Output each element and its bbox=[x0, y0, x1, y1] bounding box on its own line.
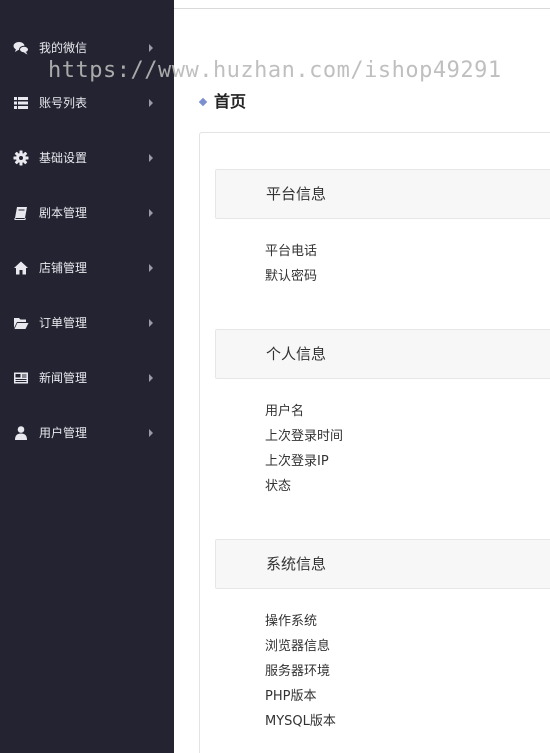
dashboard-panel bbox=[199, 132, 550, 753]
sidebar-item-label: 基础设置 bbox=[39, 151, 88, 165]
sidebar-item-label: 账号列表 bbox=[39, 96, 88, 110]
sidebar-item-label: 订单管理 bbox=[39, 316, 88, 330]
info-label: PHP版本 bbox=[265, 689, 317, 704]
sidebar-item-news-management[interactable]: 新闻管理 bbox=[0, 360, 174, 396]
chevron-right-icon bbox=[149, 154, 153, 162]
sidebar-item-user-management[interactable]: 用户管理 bbox=[0, 415, 174, 451]
sidebar-item-basic-settings[interactable]: 基础设置 bbox=[0, 140, 174, 176]
chevron-right-icon bbox=[149, 44, 153, 52]
info-label: 状态 bbox=[265, 479, 292, 494]
info-label: MYSQL版本 bbox=[265, 714, 336, 729]
folder-open-icon bbox=[14, 318, 29, 329]
section-header-personal-info: 个人信息 bbox=[215, 329, 550, 379]
page-title[interactable]: 首页 bbox=[214, 92, 246, 112]
section-title: 系统信息 bbox=[266, 555, 327, 573]
info-label: 平台电话 bbox=[265, 244, 318, 259]
sidebar-item-order-management[interactable]: 订单管理 bbox=[0, 305, 174, 341]
sidebar-item-my-wechat[interactable]: 我的微信 bbox=[0, 30, 174, 66]
list-icon bbox=[14, 97, 28, 109]
chevron-right-icon bbox=[149, 209, 153, 217]
info-label: 操作系统 bbox=[265, 614, 318, 629]
info-label: 用户名 bbox=[265, 404, 305, 419]
sidebar-item-label: 新闻管理 bbox=[39, 371, 88, 385]
app-root: 我的微信 账号列表 基础设置 剧本管理 店铺管理 订单管理 新闻管理 用户管理 … bbox=[0, 0, 550, 753]
gear-icon bbox=[13, 150, 29, 166]
chevron-right-icon bbox=[149, 99, 153, 107]
info-label: 默认密码 bbox=[265, 269, 318, 284]
newspaper-icon bbox=[14, 372, 28, 384]
chevron-right-icon bbox=[149, 374, 153, 382]
sidebar-item-label: 用户管理 bbox=[39, 426, 88, 440]
user-icon bbox=[15, 426, 27, 440]
book-icon bbox=[14, 207, 27, 220]
chevron-right-icon bbox=[149, 319, 153, 327]
chat-bubbles-icon bbox=[13, 42, 29, 55]
sidebar-item-store-management[interactable]: 店铺管理 bbox=[0, 250, 174, 286]
sidebar-item-label: 我的微信 bbox=[39, 41, 88, 55]
info-label: 上次登录时间 bbox=[265, 429, 344, 444]
sidebar-item-label: 剧本管理 bbox=[39, 206, 88, 220]
info-label: 浏览器信息 bbox=[265, 639, 331, 654]
sidebar-item-account-list[interactable]: 账号列表 bbox=[0, 85, 174, 121]
section-header-platform-info: 平台信息 bbox=[215, 169, 550, 219]
section-header-system-info: 系统信息 bbox=[215, 539, 550, 589]
info-label: 上次登录IP bbox=[265, 454, 329, 469]
chevron-right-icon bbox=[149, 264, 153, 272]
sidebar-item-script-management[interactable]: 剧本管理 bbox=[0, 195, 174, 231]
header-divider bbox=[174, 8, 550, 9]
sidebar-item-label: 店铺管理 bbox=[39, 261, 88, 275]
home-icon bbox=[14, 261, 28, 275]
chevron-right-icon bbox=[149, 429, 153, 437]
section-title: 平台信息 bbox=[266, 185, 327, 203]
section-title: 个人信息 bbox=[266, 345, 327, 363]
info-label: 服务器环境 bbox=[265, 664, 331, 679]
sidebar: 我的微信 账号列表 基础设置 剧本管理 店铺管理 订单管理 新闻管理 用户管理 bbox=[0, 0, 174, 753]
breadcrumb-marker-icon bbox=[198, 97, 208, 107]
